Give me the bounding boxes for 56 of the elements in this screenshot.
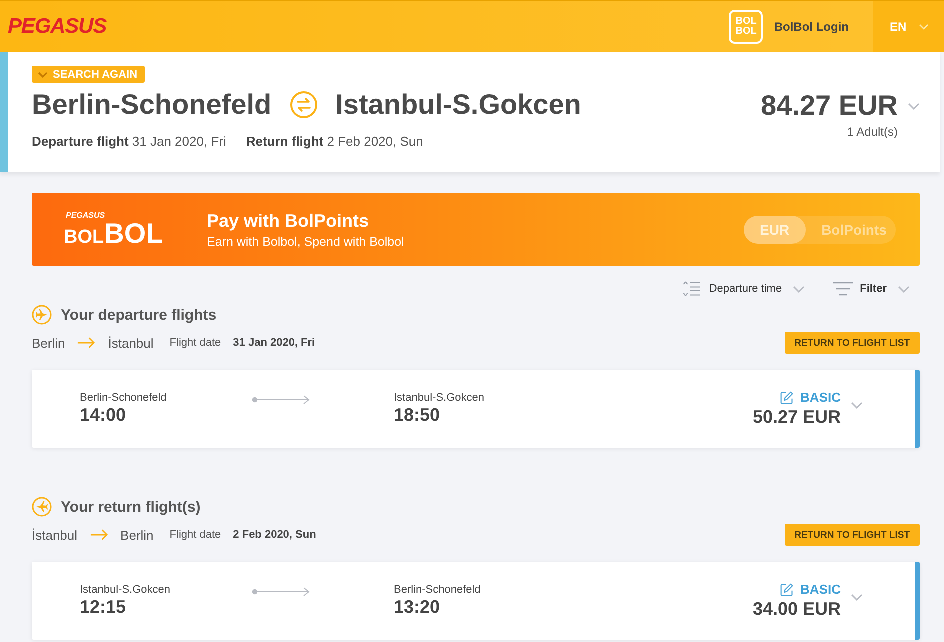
edit-icon [780,582,794,596]
arrival-airport: Berlin-Schonefeld [394,584,482,596]
flight-date: 31 Jan 2020, Fri [233,337,316,349]
caret-icon [898,286,910,292]
sort-dropdown[interactable]: Departure time [682,278,816,300]
flight-date-label: Flight date [170,529,222,541]
to-city: İstanbul [108,336,154,350]
from-city: İstanbul [32,528,78,542]
to-city: Berlin [120,528,154,542]
departure-date: Departure flight 31 Jan 2020, Fri [32,134,226,149]
plane-icon [32,497,52,517]
departure-time: 12:15 [80,597,128,618]
bolbol-logo: PEGASUS BOLBOL [64,211,164,248]
from-city: Berlin [32,336,66,350]
destination-city: Istanbul-S.Gokcen [336,89,582,121]
filter-dropdown[interactable]: Filter [833,278,920,300]
fare-type: BASIC [800,582,841,597]
caret-icon[interactable] [908,102,920,110]
filter-icon [833,281,854,297]
flight-price: 50.27 EUR [752,407,841,428]
departure-airport: Berlin-Schonefeld [80,392,168,404]
sort-icon [682,281,702,297]
caret-icon [793,286,806,292]
flight-date: 2 Feb 2020, Sun [233,529,316,541]
return-to-list-button[interactable]: RETURN TO FLIGHT LIST [784,524,920,546]
arrival-time: 13:20 [394,597,442,618]
return-date: Return flight 2 Feb 2020, Sun [246,134,424,149]
login-link[interactable]: BolBol Login [774,20,849,34]
caret-icon [38,72,48,78]
caret-icon[interactable] [851,594,863,600]
caret-icon [918,24,929,30]
plane-icon [32,305,52,325]
caret-icon[interactable] [851,402,863,408]
section-title: Your departure flights [61,306,217,324]
flight-connector-icon [252,395,310,405]
departure-airport: Istanbul-S.Gokcen [80,584,172,596]
arrival-airport: Istanbul-S.Gokcen [394,392,486,404]
banner-title: Pay with BolPoints [207,210,370,232]
return-to-list-button[interactable]: RETURN TO FLIGHT LIST [784,332,920,354]
flight-card[interactable]: Berlin-Schonefeld 14:00 Istanbul-S.Gokcen 18:50 BASIC 50.27 EUR [32,370,920,448]
departure-time: 14:00 [80,405,128,426]
flight-card[interactable]: Istanbul-S.Gokcen 12:15 Berlin-Schonefeld 13:20 BASIC 34.00 EUR [32,562,920,640]
flight-connector-icon [252,587,310,597]
origin-city: Berlin-Schonefeld [32,89,272,121]
edit-icon [780,390,794,404]
arrow-icon [90,529,109,541]
arrival-time: 18:50 [394,405,442,426]
fare-type: BASIC [800,390,841,405]
swap-icon[interactable] [290,91,318,119]
arrow-icon [77,337,96,349]
banner-subtitle: Earn with Bolbol, Spend with Bolbol [207,234,404,248]
passenger-count: 1 Adult(s) [847,125,898,139]
total-price: 84.27 EUR [761,90,898,122]
flight-price: 34.00 EUR [752,599,841,620]
flight-date-label: Flight date [170,337,222,349]
section-title: Your return flight(s) [61,498,201,516]
